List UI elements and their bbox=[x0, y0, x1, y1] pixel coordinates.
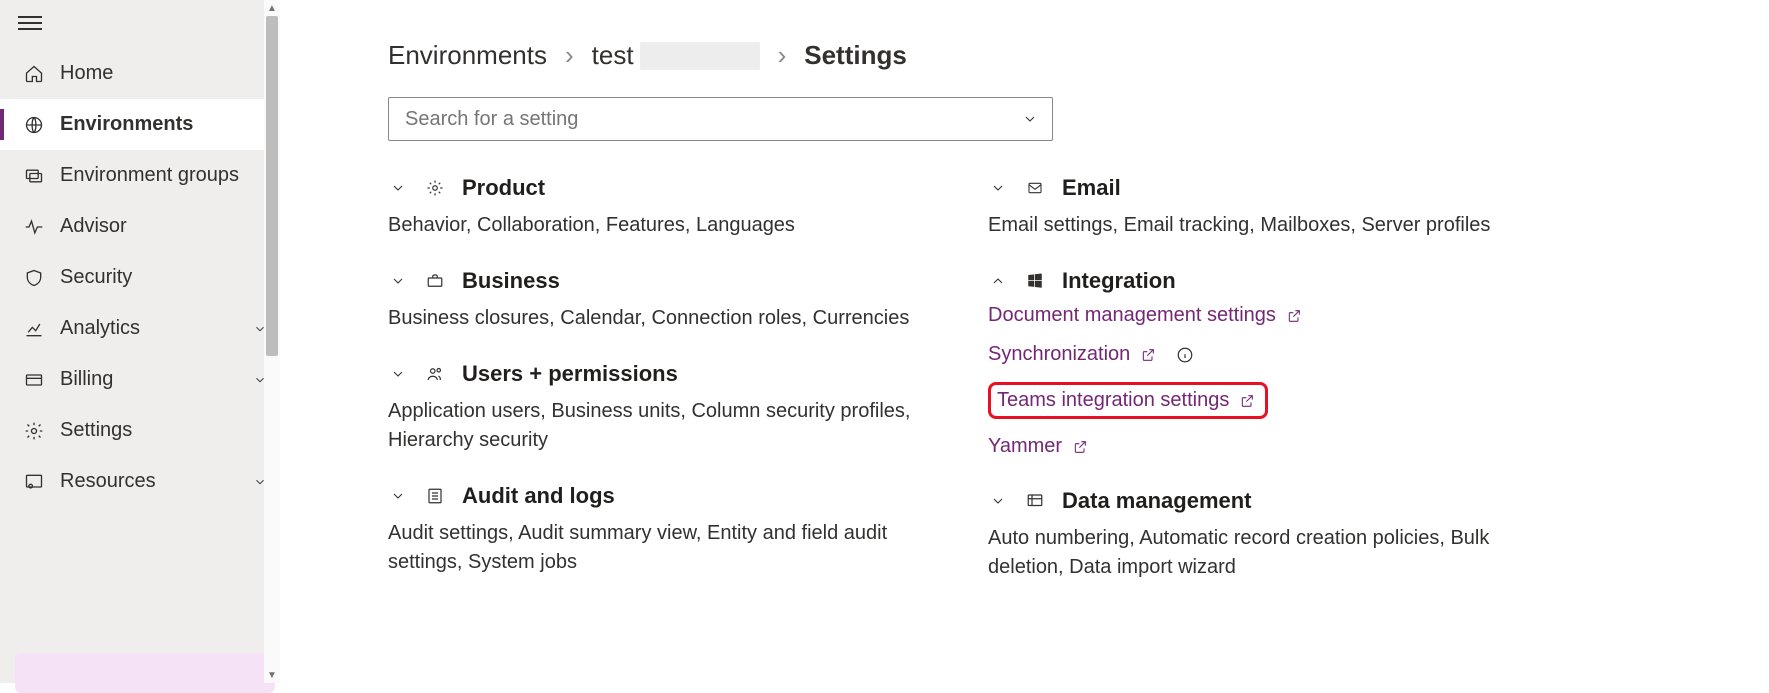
chevron-down-icon[interactable] bbox=[388, 488, 408, 504]
info-icon[interactable] bbox=[1176, 346, 1194, 364]
section-header-email[interactable]: Email bbox=[988, 175, 1608, 201]
section-subtitle: Application users, Business units, Colum… bbox=[388, 397, 948, 455]
section-subtitle: Email settings, Email tracking, Mailboxe… bbox=[988, 211, 1608, 240]
breadcrumb-environments[interactable]: Environments bbox=[388, 40, 547, 71]
section-title: Product bbox=[462, 175, 545, 201]
link-label[interactable]: Yammer bbox=[988, 435, 1062, 458]
redacted-env-name bbox=[640, 42, 760, 70]
external-link-icon bbox=[1286, 308, 1302, 324]
breadcrumb-env-prefix: test bbox=[592, 40, 634, 71]
main-content: Environments › test › Settings Product B… bbox=[296, 0, 1769, 683]
mail-icon bbox=[1024, 180, 1046, 196]
section-subtitle: Behavior, Collaboration, Features, Langu… bbox=[388, 211, 988, 240]
section-title: Data management bbox=[1062, 488, 1252, 514]
resources-icon bbox=[20, 472, 48, 492]
home-icon bbox=[20, 64, 48, 84]
section-title: Business bbox=[462, 268, 560, 294]
sidebar-item-advisor[interactable]: Advisor bbox=[0, 201, 280, 252]
link-document-management[interactable]: Document management settings bbox=[988, 304, 1608, 327]
sidebar-item-label: Home bbox=[60, 62, 280, 85]
windows-icon bbox=[1024, 272, 1046, 290]
section-header-audit[interactable]: Audit and logs bbox=[388, 483, 988, 509]
chevron-down-icon[interactable] bbox=[1022, 111, 1038, 127]
sidebar-item-resources[interactable]: Resources bbox=[0, 456, 280, 507]
scroll-down-arrow-icon[interactable]: ▼ bbox=[264, 667, 280, 683]
data-icon bbox=[1024, 492, 1046, 510]
sidebar-item-label: Analytics bbox=[60, 317, 240, 340]
sidebar-item-label: Settings bbox=[60, 419, 280, 442]
chevron-down-icon[interactable] bbox=[388, 180, 408, 196]
sidebar-item-environment-groups[interactable]: Environment groups bbox=[0, 150, 280, 201]
chevron-up-icon[interactable] bbox=[988, 273, 1008, 289]
sidebar-item-label: Security bbox=[60, 266, 280, 289]
list-icon bbox=[424, 487, 446, 505]
gear-icon bbox=[424, 179, 446, 197]
link-label[interactable]: Teams integration settings bbox=[997, 389, 1229, 412]
gear-icon bbox=[20, 421, 48, 441]
sidebar-item-label: Environments bbox=[60, 113, 280, 136]
sidebar-item-label: Environment groups bbox=[60, 164, 280, 187]
sidebar-item-security[interactable]: Security bbox=[0, 252, 280, 303]
breadcrumb: Environments › test › Settings bbox=[388, 40, 1709, 71]
external-link-icon bbox=[1072, 439, 1088, 455]
external-link-icon bbox=[1140, 347, 1156, 363]
chevron-down-icon[interactable] bbox=[388, 366, 408, 382]
globe-icon bbox=[20, 115, 48, 135]
section-header-business[interactable]: Business bbox=[388, 268, 988, 294]
sidebar-item-billing[interactable]: Billing bbox=[0, 354, 280, 405]
section-title: Users + permissions bbox=[462, 361, 678, 387]
section-subtitle: Auto numbering, Automatic record creatio… bbox=[988, 524, 1548, 582]
sidebar-item-home[interactable]: Home bbox=[0, 48, 280, 99]
link-label[interactable]: Synchronization bbox=[988, 343, 1130, 366]
hamburger-menu-button[interactable] bbox=[18, 12, 42, 36]
pulse-icon bbox=[20, 217, 48, 237]
sidebar-item-label: Resources bbox=[60, 470, 240, 493]
link-label[interactable]: Document management settings bbox=[988, 304, 1276, 327]
sidebar-item-label: Advisor bbox=[60, 215, 280, 238]
shield-icon bbox=[20, 268, 48, 288]
section-header-users-permissions[interactable]: Users + permissions bbox=[388, 361, 988, 387]
section-title: Email bbox=[1062, 175, 1121, 201]
billing-icon bbox=[20, 370, 48, 390]
scrollbar-thumb[interactable] bbox=[266, 16, 278, 356]
breadcrumb-current: Settings bbox=[804, 40, 907, 71]
link-synchronization[interactable]: Synchronization bbox=[988, 343, 1608, 366]
scroll-up-arrow-icon[interactable]: ▲ bbox=[264, 0, 280, 16]
link-teams-integration-highlighted[interactable]: Teams integration settings bbox=[988, 382, 1268, 419]
settings-search-combobox[interactable] bbox=[388, 97, 1053, 141]
section-header-data-management[interactable]: Data management bbox=[988, 488, 1608, 514]
chevron-right-icon: › bbox=[778, 40, 787, 71]
analytics-icon bbox=[20, 319, 48, 339]
sidebar-scrollbar[interactable]: ▲ ▼ bbox=[264, 0, 280, 683]
section-header-product[interactable]: Product bbox=[388, 175, 988, 201]
sidebar-nav: Home Environments Environment groups Adv… bbox=[0, 48, 280, 507]
settings-search-input[interactable] bbox=[403, 107, 1022, 132]
sidebar-item-environments[interactable]: Environments bbox=[0, 99, 280, 150]
sidebar-item-label: Billing bbox=[60, 368, 240, 391]
sidebar: Home Environments Environment groups Adv… bbox=[0, 0, 280, 683]
chevron-down-icon[interactable] bbox=[988, 180, 1008, 196]
section-subtitle: Audit settings, Audit summary view, Enti… bbox=[388, 519, 948, 577]
sidebar-item-settings[interactable]: Settings bbox=[0, 405, 280, 456]
environment-groups-icon bbox=[20, 166, 48, 186]
section-title: Integration bbox=[1062, 268, 1176, 294]
section-title: Audit and logs bbox=[462, 483, 615, 509]
breadcrumb-environment-name[interactable]: test bbox=[592, 40, 760, 71]
briefcase-icon bbox=[424, 272, 446, 290]
users-icon bbox=[424, 365, 446, 383]
link-yammer[interactable]: Yammer bbox=[988, 435, 1608, 458]
section-header-integration[interactable]: Integration bbox=[988, 268, 1608, 294]
promo-card[interactable] bbox=[15, 653, 275, 693]
chevron-down-icon[interactable] bbox=[388, 273, 408, 289]
external-link-icon bbox=[1239, 393, 1255, 409]
chevron-right-icon: › bbox=[565, 40, 574, 71]
section-subtitle: Business closures, Calendar, Connection … bbox=[388, 304, 988, 333]
sidebar-item-analytics[interactable]: Analytics bbox=[0, 303, 280, 354]
chevron-down-icon[interactable] bbox=[988, 493, 1008, 509]
